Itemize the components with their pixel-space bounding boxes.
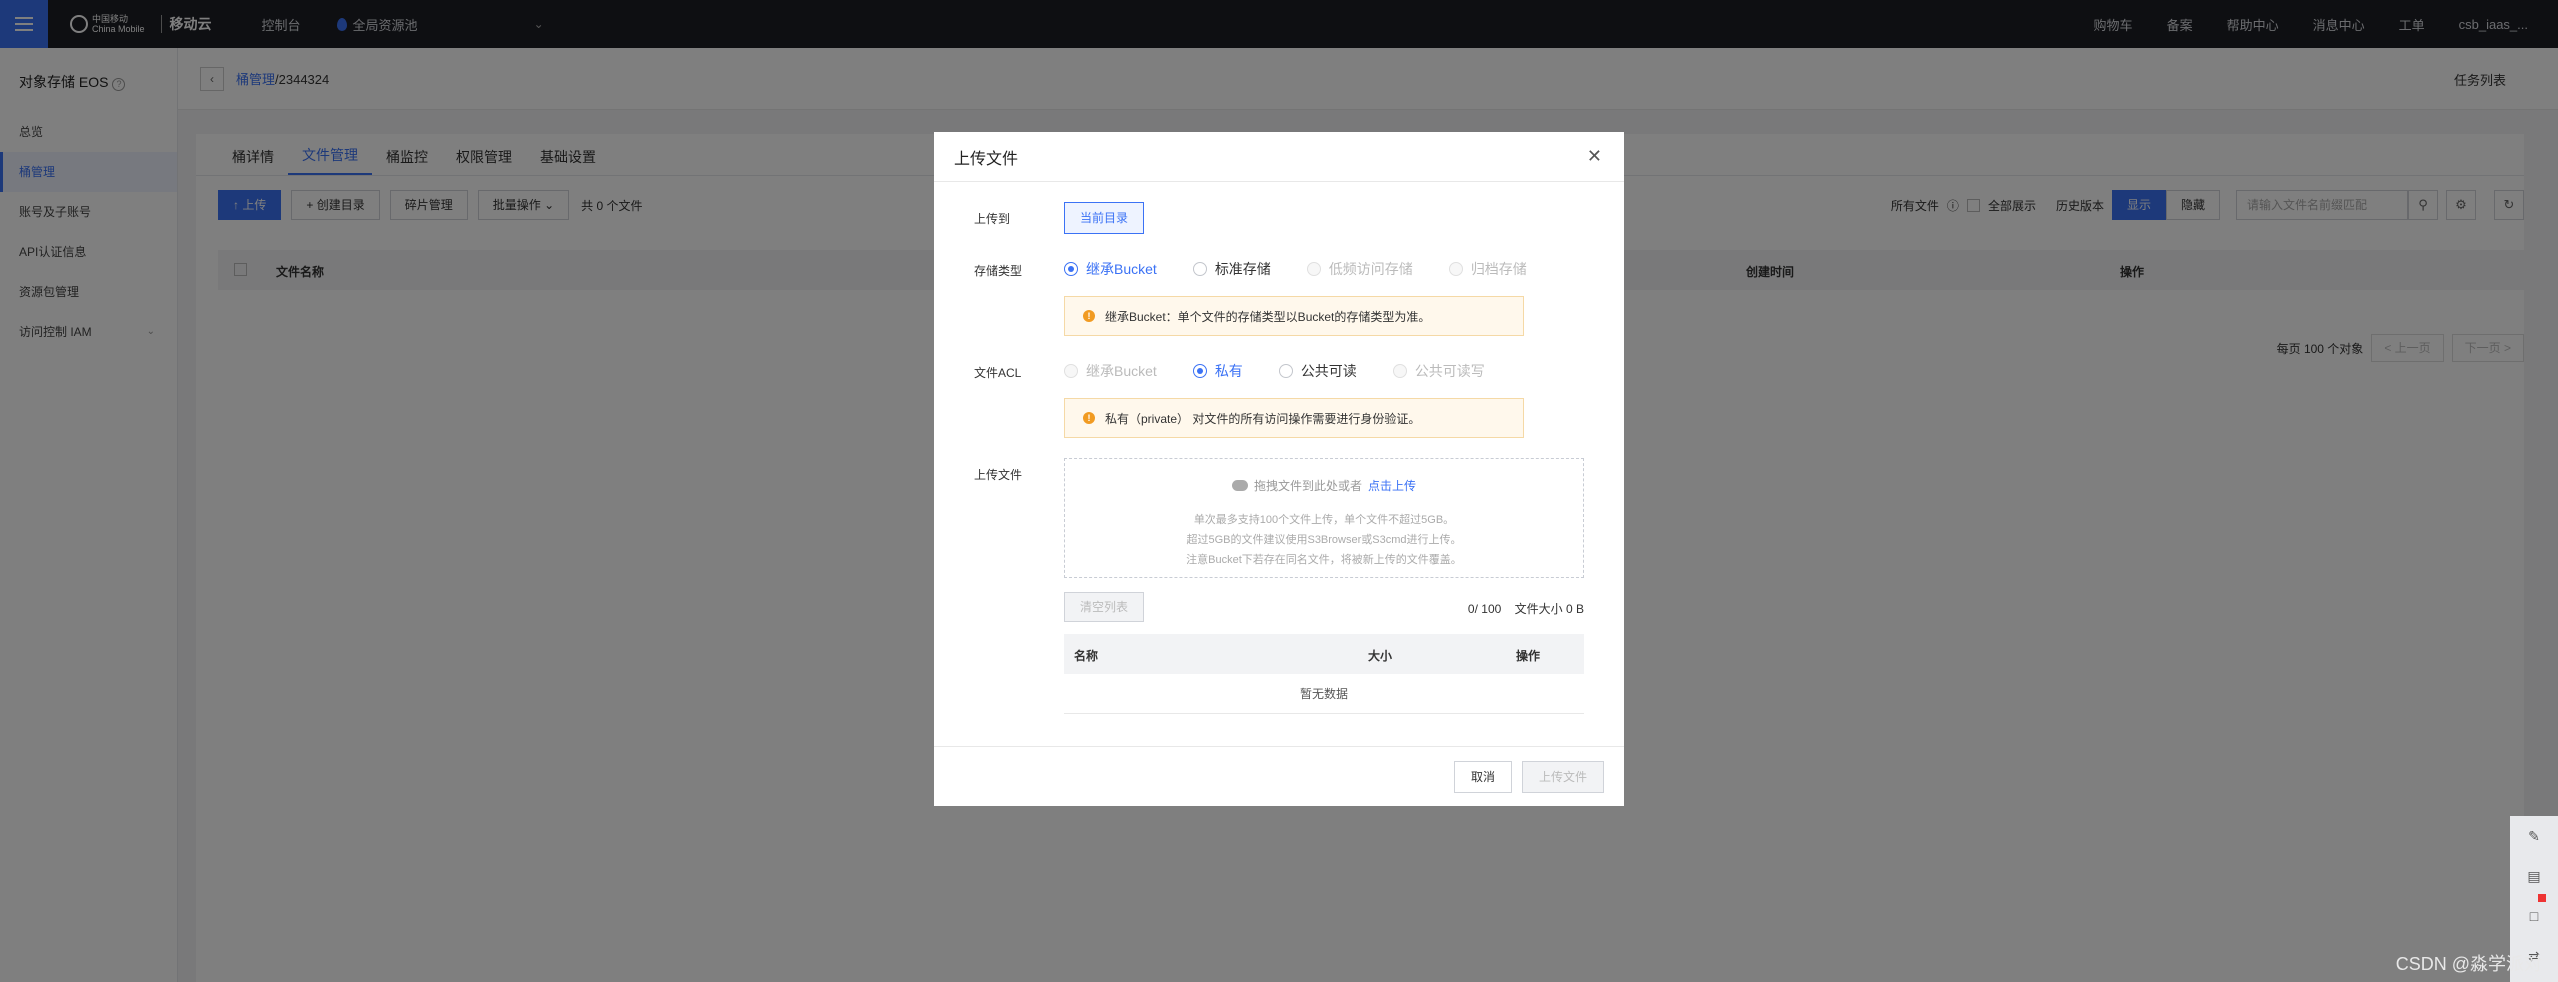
hint-line: 单次最多支持100个文件上传，单个文件不超过5GB。 bbox=[1193, 514, 1455, 526]
storage-inherit-radio[interactable]: 继承Bucket bbox=[1064, 259, 1157, 279]
storage-notice-text: 继承Bucket：单个文件的存储类型以Bucket的存储类型为准。 bbox=[1105, 309, 1431, 324]
upload-modal: 上传文件 ✕ 上传到 当前目录 存储类型 继承Bucket 标准存储 低频访问存… bbox=[934, 132, 1624, 806]
notification-badge bbox=[2538, 894, 2546, 902]
acl-public-rw-label: 公共可读写 bbox=[1414, 363, 1485, 379]
dropzone-text: 拖拽文件到此处或者 bbox=[1253, 479, 1362, 493]
click-upload-link[interactable]: 点击上传 bbox=[1368, 477, 1416, 494]
acl-group: 继承Bucket 私有 公共可读 公共可读写 bbox=[1064, 361, 1485, 381]
current-dir-button[interactable]: 当前目录 bbox=[1064, 202, 1145, 234]
storage-type-label: 存储类型 bbox=[974, 264, 1023, 278]
acl-private-radio[interactable]: 私有 bbox=[1192, 361, 1243, 381]
modal-title: 上传文件 bbox=[934, 132, 1624, 182]
acl-inherit-radio: 继承Bucket bbox=[1064, 361, 1157, 381]
acl-notice: ! 私有（private） 对文件的所有访问操作需要进行身份验证。 bbox=[1064, 398, 1524, 438]
cloud-upload-icon bbox=[1231, 480, 1248, 491]
acl-public-read-label: 公共可读 bbox=[1300, 363, 1357, 379]
upload-table: 名称 大小 操作 暂无数据 bbox=[1064, 634, 1584, 714]
storage-standard-radio[interactable]: 标准存储 bbox=[1192, 259, 1271, 279]
storage-notice: ! 继承Bucket：单个文件的存储类型以Bucket的存储类型为准。 bbox=[1064, 296, 1524, 336]
storage-standard-label: 标准存储 bbox=[1214, 261, 1271, 277]
acl-private-label: 私有 bbox=[1214, 363, 1243, 379]
acl-public-rw-radio: 公共可读写 bbox=[1392, 361, 1485, 381]
storage-infrequent-label: 低频访问存储 bbox=[1328, 261, 1413, 277]
col-actions: 操作 bbox=[1516, 649, 1541, 663]
storage-infrequent-radio: 低频访问存储 bbox=[1306, 259, 1413, 279]
warning-icon: ! bbox=[1083, 412, 1095, 424]
storage-archive-label: 归档存储 bbox=[1470, 261, 1527, 277]
upload-file-label: 上传文件 bbox=[974, 468, 1023, 482]
col-name: 名称 bbox=[1074, 649, 1099, 663]
empty-state: 暂无数据 bbox=[1064, 674, 1584, 714]
submit-upload-button: 上传文件 bbox=[1521, 761, 1604, 793]
file-size-stat: 文件大小 0 B bbox=[1514, 602, 1584, 616]
file-count-stat: 0/ 100 bbox=[1467, 602, 1502, 616]
storage-inherit-label: 继承Bucket bbox=[1086, 261, 1157, 277]
storage-type-group: 继承Bucket 标准存储 低频访问存储 归档存储 bbox=[1064, 259, 1527, 279]
acl-public-read-radio[interactable]: 公共可读 bbox=[1278, 361, 1357, 381]
upload-dropzone[interactable]: 拖拽文件到此处或者 点击上传 单次最多支持100个文件上传，单个文件不超过5GB… bbox=[1064, 458, 1584, 578]
col-size: 大小 bbox=[1368, 649, 1393, 663]
storage-archive-radio: 归档存储 bbox=[1448, 259, 1527, 279]
acl-label: 文件ACL bbox=[974, 366, 1022, 380]
edit-icon[interactable]: ✎ bbox=[2510, 816, 2558, 856]
acl-inherit-label: 继承Bucket bbox=[1086, 363, 1157, 379]
book-icon[interactable]: ▤ bbox=[2510, 856, 2558, 896]
cancel-button[interactable]: 取消 bbox=[1453, 761, 1512, 793]
hint-line: 注意Bucket下若存在同名文件，将被新上传的文件覆盖。 bbox=[1186, 554, 1462, 566]
file-stats: 0/ 100 文件大小 0 B bbox=[1468, 600, 1584, 617]
upload-table-header: 名称 大小 操作 bbox=[1064, 634, 1584, 674]
close-icon[interactable]: ✕ bbox=[1587, 146, 1602, 167]
acl-notice-text: 私有（private） 对文件的所有访问操作需要进行身份验证。 bbox=[1105, 411, 1421, 426]
chat-icon[interactable]: □ bbox=[2510, 896, 2558, 936]
clear-list-button: 清空列表 bbox=[1064, 592, 1145, 622]
hint-line: 超过5GB的文件建议使用S3Browser或S3cmd进行上传。 bbox=[1186, 534, 1462, 546]
upload-to-label: 上传到 bbox=[974, 212, 1011, 226]
modal-footer: 取消 上传文件 bbox=[934, 746, 1624, 806]
watermark: CSDN @淼学派对 bbox=[2395, 954, 2542, 974]
warning-icon: ! bbox=[1083, 310, 1095, 322]
